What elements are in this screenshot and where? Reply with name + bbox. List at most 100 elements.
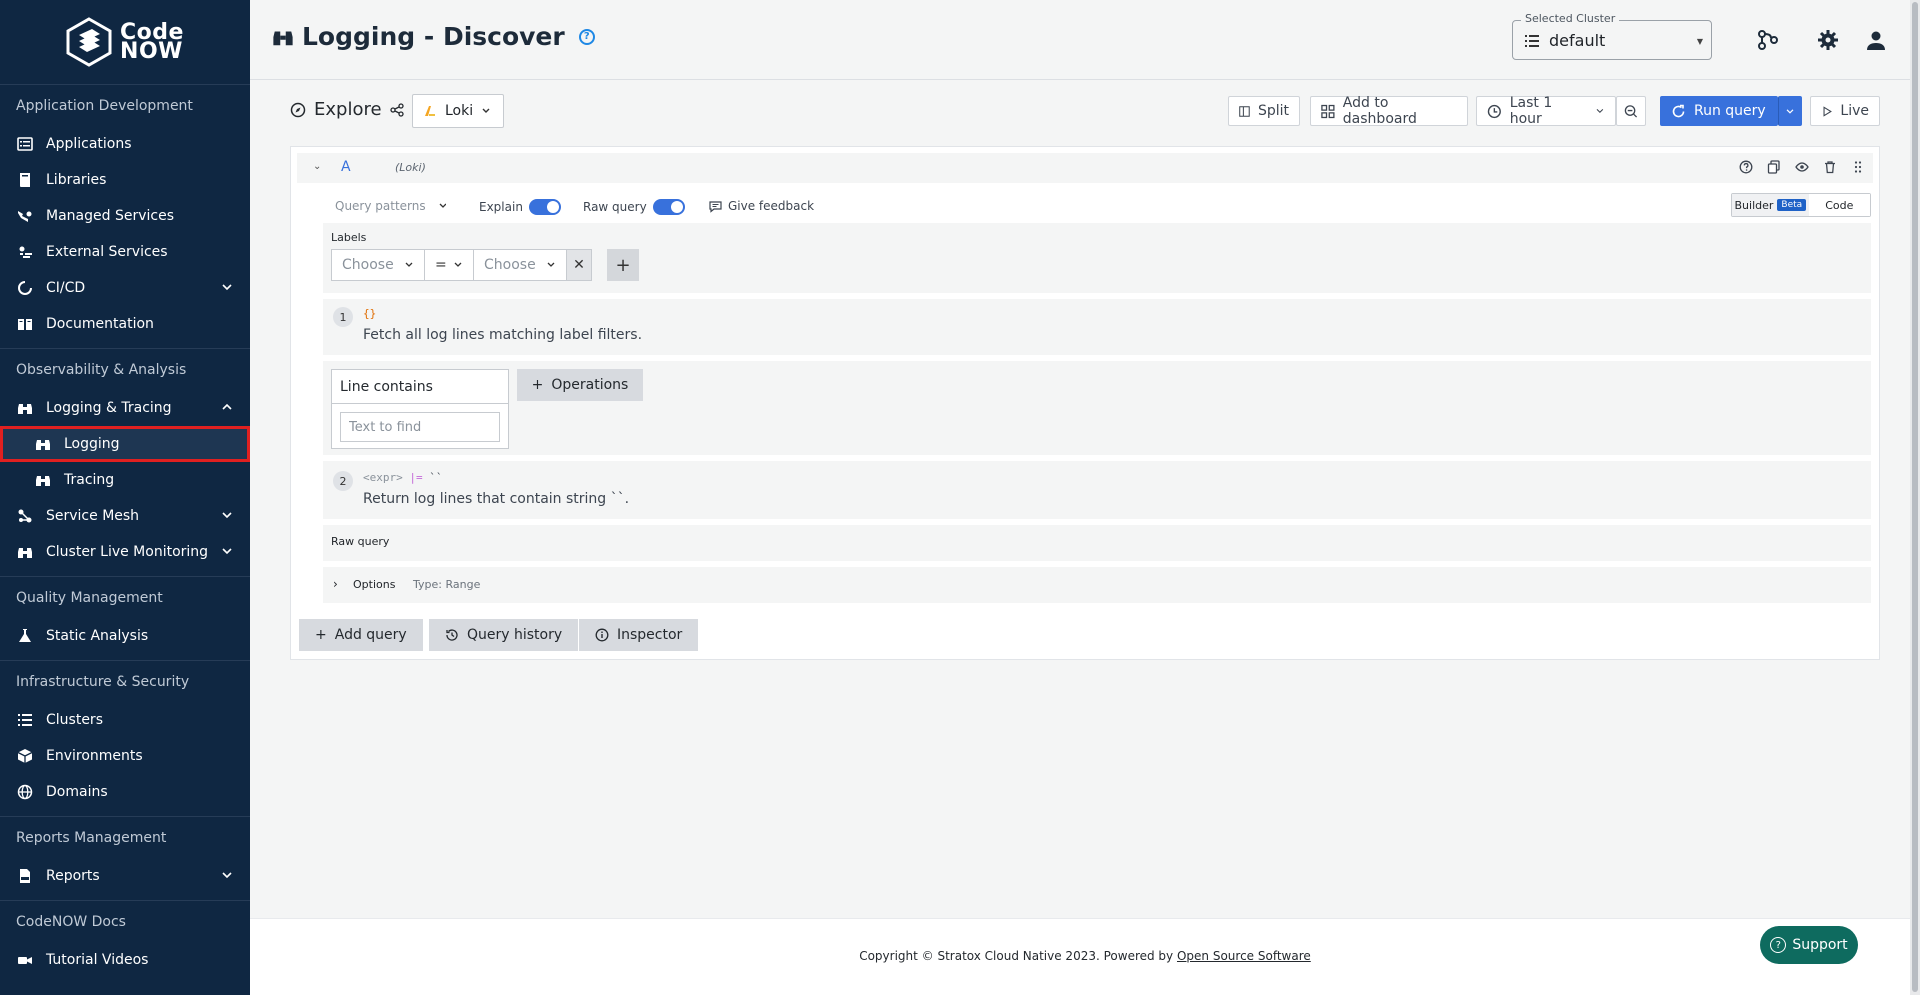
inspector-button[interactable]: Inspector <box>579 619 699 651</box>
section-infrastructure-security: Infrastructure & Security <box>0 660 250 702</box>
sidebar-item-logging[interactable]: Logging <box>0 426 250 462</box>
sidebar-item-tutorial-videos[interactable]: Tutorial Videos <box>0 942 250 978</box>
add-to-dashboard-label: Add to dashboard <box>1342 95 1417 127</box>
git-branch-button[interactable] <box>1756 28 1780 52</box>
sidebar-item-cluster-live-monitoring[interactable]: Cluster Live Monitoring <box>0 534 250 570</box>
add-label-button[interactable]: + <box>607 249 639 281</box>
operations-block: Line contains + Operations <box>323 361 1871 455</box>
live-button[interactable]: Live <box>1810 96 1880 126</box>
copyright-text: Copyright © Stratox Cloud Native 2023. P… <box>859 949 1174 963</box>
query-letter[interactable]: A <box>341 159 351 175</box>
scrollbar[interactable] <box>1910 0 1920 995</box>
sidebar-item-libraries[interactable]: Libraries <box>0 162 250 198</box>
scrollbar-thumb[interactable] <box>1912 2 1918 992</box>
run-query-button[interactable]: Run query <box>1660 96 1778 126</box>
label-key-select[interactable]: Choose <box>331 249 425 281</box>
add-operation-button[interactable]: + Operations <box>517 369 643 401</box>
service-mesh-icon <box>16 507 34 525</box>
sidebar-item-label: Cluster Live Monitoring <box>46 544 209 560</box>
sidebar-item-documentation[interactable]: Documentation <box>0 306 250 342</box>
sidebar-item-environments[interactable]: Environments <box>0 738 250 774</box>
sidebar-item-applications[interactable]: Applications <box>0 126 250 162</box>
duplicate-icon[interactable] <box>1767 160 1781 174</box>
comment-icon <box>709 200 722 213</box>
label-value-select[interactable]: Choose <box>473 249 567 281</box>
help-icon[interactable] <box>1739 160 1753 174</box>
zoom-out-button[interactable] <box>1616 96 1646 126</box>
globe-icon <box>16 783 34 801</box>
time-range-picker[interactable]: Last 1 hour <box>1476 95 1616 127</box>
query-history-button[interactable]: Query history <box>429 619 579 651</box>
sidebar-item-tracing[interactable]: Tracing <box>0 462 250 498</box>
cicd-icon <box>16 279 34 297</box>
help-icon[interactable]: ? <box>578 28 595 45</box>
remove-label-button[interactable]: ✕ <box>566 249 592 281</box>
sidebar-item-cicd[interactable]: CI/CD <box>0 270 250 306</box>
inspector-label: Inspector <box>617 627 683 643</box>
query-row-header: ⌄ A (Loki) <box>297 153 1873 183</box>
options-block[interactable]: › Options Type: Range <box>323 567 1871 603</box>
code-mode-button[interactable]: Code <box>1808 194 1870 216</box>
chevron-down-icon <box>1596 108 1604 114</box>
sidebar-item-logging-tracing[interactable]: Logging & Tracing <box>0 390 250 426</box>
eye-icon[interactable] <box>1795 160 1809 174</box>
cluster-select-value: default <box>1549 31 1606 50</box>
label-operator-select[interactable]: = <box>424 249 474 281</box>
add-to-dashboard-button[interactable]: Add to dashboard <box>1310 95 1468 127</box>
text-to-find-input[interactable] <box>340 412 500 442</box>
chevron-right-icon: › <box>333 577 338 591</box>
codenow-logo-icon <box>66 17 112 67</box>
step-2-code-str: `` <box>429 471 443 484</box>
step-1-description: Fetch all log lines matching label filte… <box>363 327 643 343</box>
sidebar-item-label: Tracing <box>64 472 115 488</box>
drag-handle-icon[interactable] <box>1851 160 1865 174</box>
time-range-value: Last 1 hour <box>1509 95 1553 127</box>
help-icon: ? <box>1770 937 1787 953</box>
chevron-down-icon <box>405 262 413 267</box>
add-query-label: Add query <box>334 627 407 643</box>
add-query-button[interactable]: + Add query <box>299 619 423 651</box>
logo[interactable]: Code NOW <box>0 0 250 84</box>
split-button[interactable]: Split <box>1228 96 1300 126</box>
sidebar-item-reports[interactable]: Reports <box>0 858 250 894</box>
open-source-link[interactable]: Open Source Software <box>1177 949 1311 963</box>
sidebar: Code NOW Application Development Applica… <box>0 0 250 995</box>
beta-badge: Beta <box>1777 199 1807 211</box>
sidebar-item-label: Documentation <box>46 316 154 332</box>
binoculars-icon <box>16 399 34 417</box>
chevron-down-icon <box>454 262 462 267</box>
builder-mode-button[interactable]: Builder Beta <box>1732 194 1809 216</box>
settings-button[interactable] <box>1816 28 1840 52</box>
explain-step-2: 2 <expr> |= `` Return log lines that con… <box>323 461 1871 519</box>
video-icon <box>16 951 34 969</box>
sidebar-item-domains[interactable]: Domains <box>0 774 250 810</box>
give-feedback-link[interactable]: Give feedback <box>709 199 814 213</box>
collapse-chevron-icon[interactable]: ⌄ <box>313 161 321 172</box>
sidebar-item-label: Logging & Tracing <box>46 400 172 416</box>
sidebar-item-external-services[interactable]: External Services <box>0 234 250 270</box>
explain-toggle[interactable] <box>528 199 561 215</box>
datasource-name: Loki <box>445 103 474 119</box>
step-number: 1 <box>333 307 353 327</box>
trash-icon[interactable] <box>1823 160 1837 174</box>
user-account-button[interactable] <box>1864 28 1888 52</box>
sidebar-item-label: Logging <box>64 436 120 452</box>
sidebar-item-managed-services[interactable]: Managed Services <box>0 198 250 234</box>
run-query-options-button[interactable] <box>1778 96 1802 126</box>
split-icon <box>1239 105 1250 117</box>
raw-query-toggle[interactable] <box>652 199 685 215</box>
support-label: Support <box>1792 937 1848 953</box>
labels-title: Labels <box>331 231 367 244</box>
sidebar-item-clusters[interactable]: Clusters <box>0 702 250 738</box>
sidebar-item-service-mesh[interactable]: Service Mesh <box>0 498 250 534</box>
query-patterns-dropdown[interactable]: Query patterns <box>335 199 446 213</box>
chevron-down-icon <box>222 284 232 291</box>
query-patterns-label: Query patterns <box>335 199 426 213</box>
options-type: Type: Range <box>413 578 481 591</box>
documentation-icon <box>16 315 34 333</box>
share-icon[interactable] <box>389 102 404 117</box>
sidebar-item-static-analysis[interactable]: Static Analysis <box>0 618 250 654</box>
cluster-select[interactable]: Selected Cluster default ▼ <box>1512 12 1712 60</box>
support-button[interactable]: ? Support <box>1760 926 1858 964</box>
datasource-picker[interactable]: Loki <box>412 94 504 128</box>
